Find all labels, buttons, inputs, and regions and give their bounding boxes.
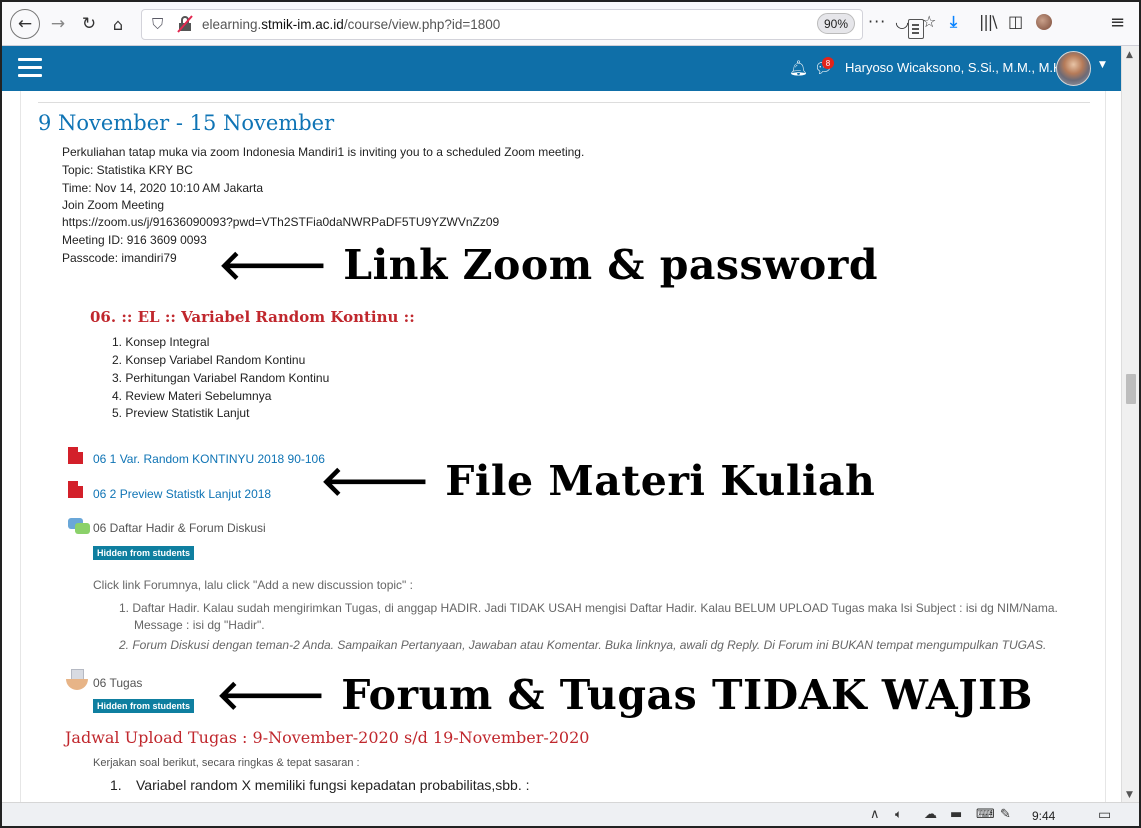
- zoom-link[interactable]: https://zoom.us/j/91636090093?pwd=VTh2ST…: [62, 215, 499, 229]
- question-text: Variabel random X memiliki fungsi kepada…: [136, 777, 530, 793]
- extension-icon[interactable]: [1036, 14, 1052, 30]
- schedule-heading: Jadwal Upload Tugas : 9-November-2020 s/…: [65, 728, 590, 747]
- topic-item: 3. Perhitungan Variabel Random Kontinu: [112, 371, 330, 385]
- zoom-info-line: Time: Nov 14, 2020 10:10 AM Jakarta: [62, 181, 263, 195]
- url-bar[interactable]: ⛉ elearning.stmik-im.ac.id/course/view.p…: [141, 9, 924, 40]
- more-actions-icon[interactable]: ···: [868, 12, 886, 31]
- browser-window: ← → ↻ ⌂ ⛉ elearning.stmik-im.ac.id/cours…: [0, 0, 1141, 828]
- page-scrollbar[interactable]: ▲ ▼: [1121, 46, 1139, 802]
- pdf-icon: [68, 481, 83, 498]
- forum-icon: [68, 518, 90, 534]
- cloud-icon[interactable]: ☁: [924, 807, 937, 822]
- annotation-forum-task-text: Forum & Tugas TIDAK WAJIB: [341, 671, 1033, 719]
- zoom-level-badge[interactable]: 90%: [817, 13, 855, 34]
- annotation-forum-task: 🡐 Forum & Tugas TIDAK WAJIB: [216, 669, 1033, 719]
- url-text[interactable]: elearning.stmik-im.ac.id/course/view.php…: [202, 17, 500, 32]
- topic-heading: 06. :: EL :: Variabel Random Kontinu ::: [90, 308, 415, 326]
- user-menu-caret-icon[interactable]: ▼: [1099, 60, 1106, 70]
- notification-center-icon[interactable]: ▭: [1098, 807, 1111, 823]
- topic-item: 1. Konsep Integral: [112, 335, 210, 349]
- annotation-zoom: 🡐 Link Zoom & password: [218, 239, 878, 289]
- tray-chevron-icon[interactable]: ∧: [870, 807, 880, 822]
- zoom-info-line: Topic: Statistika KRY BC: [62, 163, 193, 177]
- network-icon[interactable]: ⌨: [976, 807, 995, 822]
- annotation-materials-text: File Materi Kuliah: [445, 457, 876, 505]
- url-domain: stmik-im.ac.id: [261, 17, 344, 32]
- topic-item: 4. Review Materi Sebelumnya: [112, 389, 272, 403]
- assignment-link[interactable]: 06 Tugas: [93, 676, 142, 690]
- assignment-icon: [66, 669, 88, 691]
- pocket-icon[interactable]: ◡: [895, 12, 909, 31]
- pdf-icon: [68, 447, 83, 464]
- topic-item: 2. Konsep Variabel Random Kontinu: [112, 353, 306, 367]
- pen-icon[interactable]: ✎: [1000, 807, 1011, 822]
- scroll-thumb[interactable]: [1126, 374, 1136, 404]
- forum-instruction-item: 1. Daftar Hadir. Kalau sudah mengirimkan…: [119, 601, 1058, 615]
- hidden-badge: Hidden from students: [93, 546, 195, 560]
- section-divider: [38, 102, 1090, 103]
- notification-count-badge: 8: [822, 57, 834, 69]
- url-path: /course/view.php?id=1800: [343, 17, 501, 32]
- download-icon[interactable]: ⤓: [950, 12, 957, 32]
- course-content: 9 November - 15 November Perkuliahan tat…: [2, 91, 1121, 802]
- zoom-info-line: Meeting ID: 916 3609 0093: [62, 233, 207, 247]
- section-title: 9 November - 15 November: [38, 111, 335, 135]
- forum-instruction-item: 2. Forum Diskusi dengan teman-2 Anda. Sa…: [119, 638, 1047, 652]
- menu-icon[interactable]: ≡: [1110, 12, 1125, 33]
- task-instruction: Kerjakan soal berikut, secara ringkas & …: [93, 757, 360, 769]
- scroll-down-icon[interactable]: ▼: [1126, 790, 1133, 800]
- forum-instruction: Click link Forumnya, lalu click "Add a n…: [93, 578, 413, 592]
- site-navbar: 🔔︎ 💬︎ 8 Haryoso Wicaksono, S.Si., M.M., …: [2, 46, 1121, 91]
- battery-icon[interactable]: ▬: [950, 807, 962, 822]
- scroll-up-icon[interactable]: ▲: [1126, 50, 1133, 60]
- left-arrow-icon: 🡐: [216, 671, 327, 719]
- reload-button[interactable]: ↻: [78, 10, 100, 38]
- forum-link[interactable]: 06 Daftar Hadir & Forum Diskusi: [93, 521, 266, 535]
- sidebar-icon[interactable]: ◫: [1008, 12, 1023, 31]
- shield-icon[interactable]: ⛉: [152, 15, 163, 33]
- bell-icon[interactable]: 🔔︎: [789, 59, 808, 77]
- forum-instruction-item: Message : isi dg "Hadir".: [134, 618, 265, 632]
- left-arrow-icon: 🡐: [218, 241, 329, 289]
- resource-link[interactable]: 06 1 Var. Random KONTINYU 2018 90-106: [93, 452, 325, 466]
- question-number: 1.: [110, 777, 122, 793]
- avatar[interactable]: [1056, 51, 1091, 86]
- topic-item: 5. Preview Statistik Lanjut: [112, 406, 250, 420]
- user-name[interactable]: Haryoso Wicaksono, S.Si., M.M., M.Kom.: [845, 60, 1083, 75]
- left-arrow-icon: 🡐: [320, 457, 431, 505]
- home-button[interactable]: ⌂: [106, 10, 130, 38]
- zoom-info-line: Perkuliahan tatap muka via zoom Indonesi…: [62, 145, 585, 159]
- hidden-badge: Hidden from students: [93, 699, 195, 713]
- forward-button[interactable]: →: [47, 10, 69, 38]
- volume-icon[interactable]: 🔈︎: [895, 807, 902, 822]
- annotation-materials: 🡐 File Materi Kuliah: [320, 455, 875, 505]
- bookmark-star-icon[interactable]: ☆: [922, 12, 936, 31]
- zoom-info-line: Passcode: imandiri79: [62, 251, 177, 265]
- resource-link[interactable]: 06 2 Preview Statistk Lanjut 2018: [93, 487, 271, 501]
- taskbar: ∧ 🔈︎ ☁ ▬ ⌨ ✎ 9:44 ▭: [2, 802, 1139, 826]
- clock[interactable]: 9:44: [1032, 809, 1055, 823]
- browser-toolbar: ← → ↻ ⌂ ⛉ elearning.stmik-im.ac.id/cours…: [2, 2, 1139, 46]
- page-edge-right: [1105, 91, 1106, 802]
- library-icon[interactable]: |||\: [979, 12, 998, 31]
- insecure-lock-icon[interactable]: [176, 15, 194, 33]
- page-edge-left: [20, 91, 21, 802]
- annotation-zoom-text: Link Zoom & password: [343, 241, 879, 289]
- url-prefix: elearning.: [202, 17, 262, 32]
- hamburger-icon[interactable]: [18, 58, 42, 78]
- zoom-info-line: Join Zoom Meeting: [62, 198, 165, 212]
- back-button[interactable]: ←: [10, 9, 40, 39]
